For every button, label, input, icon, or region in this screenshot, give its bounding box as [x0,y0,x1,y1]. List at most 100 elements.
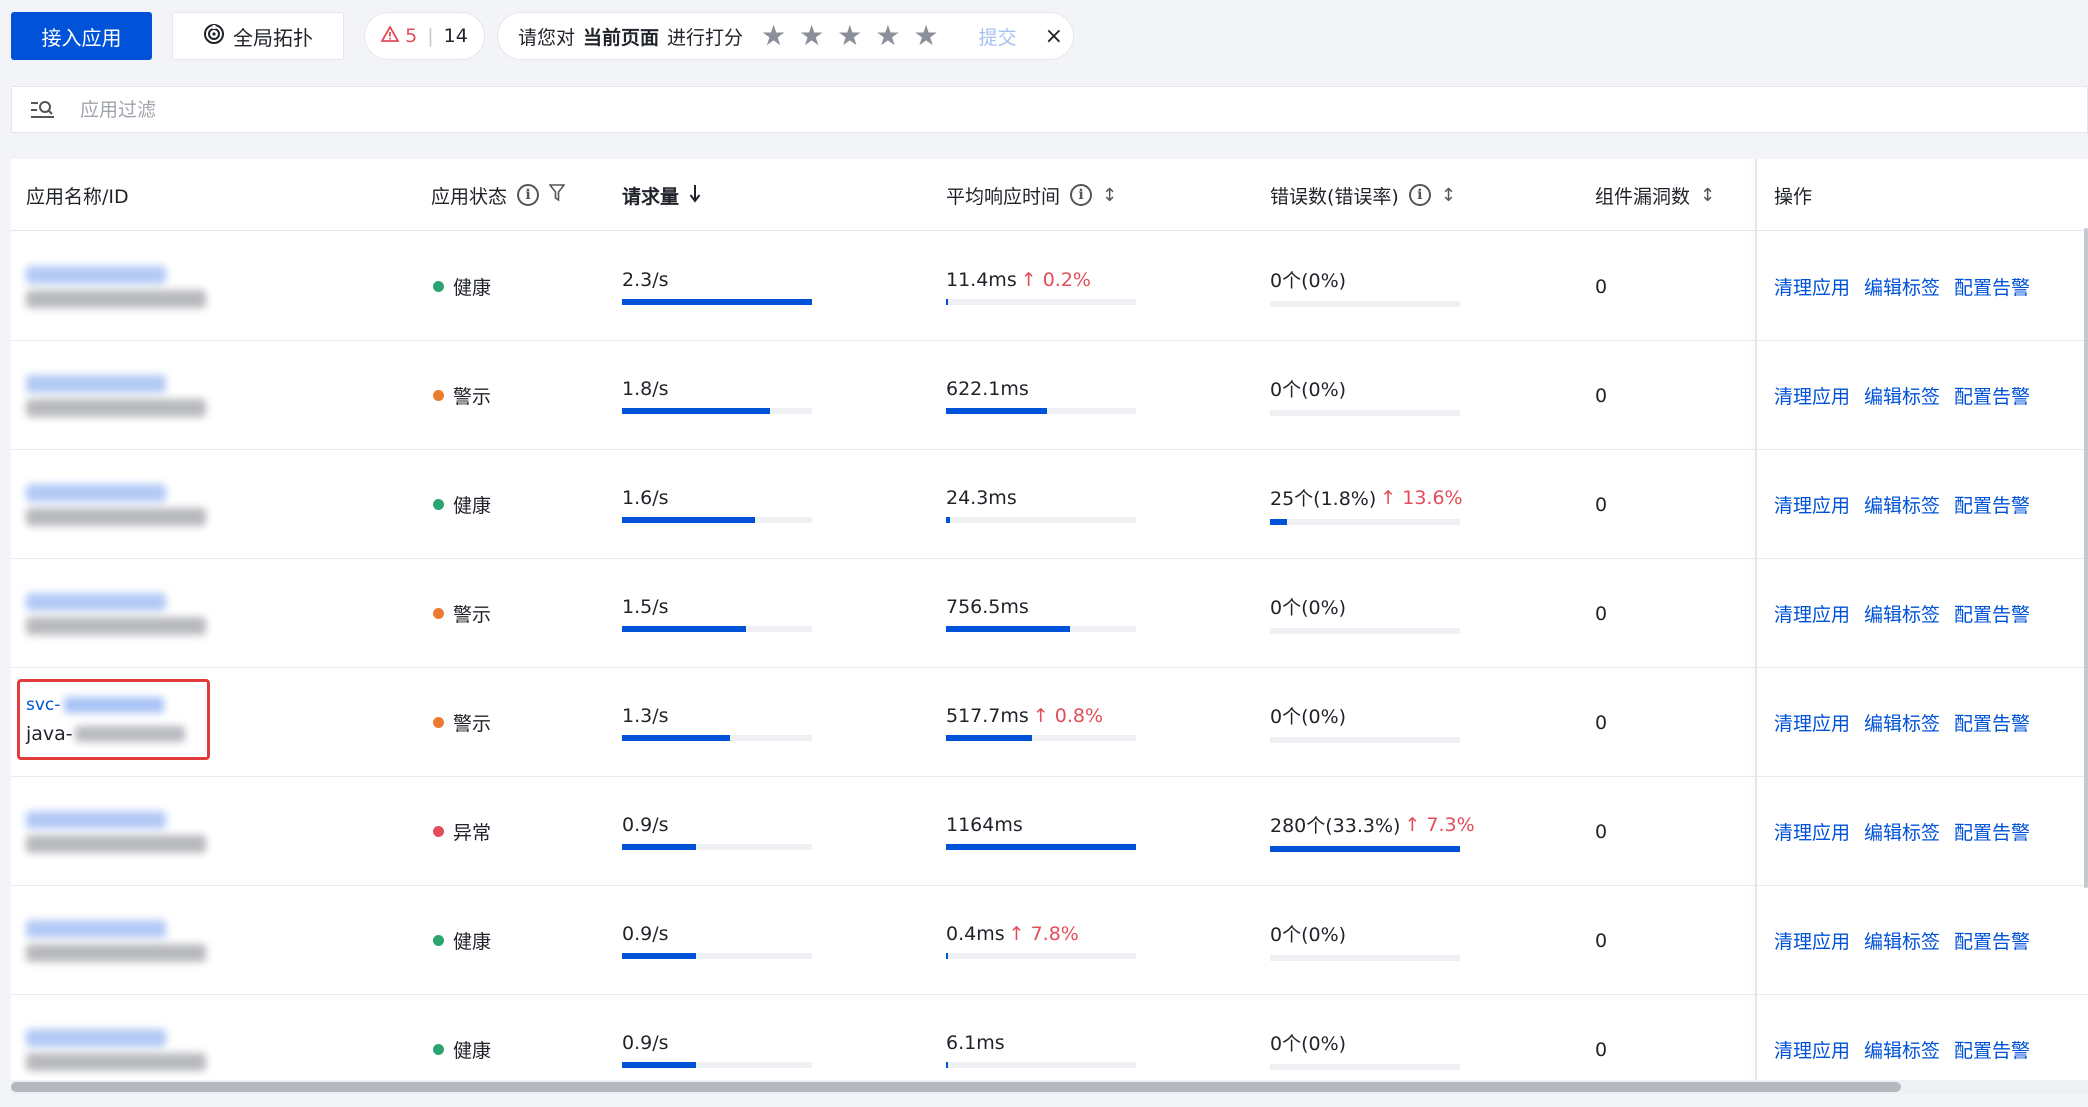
requests-cell: 0.9/s [622,886,812,995]
vuln-count: 0 [1595,711,1608,734]
requests-value: 0.9/s [622,1031,669,1054]
edit-tags-link[interactable]: 编辑标签 [1864,927,1940,954]
edit-tags-link[interactable]: 编辑标签 [1864,382,1940,409]
row-actions: 清理应用 编辑标签 配置告警 [1774,668,2030,777]
config-alert-link[interactable]: 配置告警 [1954,709,2030,736]
alert-summary[interactable]: 5 | 14 [364,12,485,60]
col-requests[interactable]: 请求量 [622,159,701,231]
table-row[interactable]: 异常 0.9/s 1164ms 280个(33.3%) ↑ 7.3% 0 清理应用… [11,777,2088,886]
col-vulns[interactable]: 组件漏洞数 ↕ [1595,159,1715,231]
errors-text: 0个(0%) [1270,597,1347,619]
clean-app-link[interactable]: 清理应用 [1774,1036,1850,1063]
info-icon[interactable]: i [1408,184,1431,206]
alert-warning-count: 5 [405,25,418,47]
col-latency[interactable]: 平均响应时间 i ↕ [946,159,1117,231]
edit-tags-link[interactable]: 编辑标签 [1864,273,1940,300]
table-row[interactable]: 警示 1.3/s 517.7ms ↑ 0.8% 0个(0%) 0 清理应用 编辑标… [11,668,2088,777]
table-row[interactable]: 警示 1.8/s 622.1ms 0个(0%) 0 清理应用 编辑标签 配置告警 [11,341,2088,450]
redacted-app-id[interactable] [26,592,166,611]
app-table: 应用名称/ID 应用状态 i 请求量 平均响应时间 i ↕ 错误数(错误率) i… [11,159,2088,1083]
col-vulns-label: 组件漏洞数 [1595,185,1691,208]
redacted-app-id[interactable] [26,483,166,502]
table-row[interactable]: 健康 2.3/s 11.4ms ↑ 0.2% 0个(0%) 0 清理应用 编辑标签… [11,232,2088,341]
status-label: 警示 [453,713,492,735]
app-name-cell[interactable] [26,450,236,559]
highlighted-app-id[interactable]: svc- [26,695,207,715]
star-icon[interactable]: ★ [799,22,824,50]
edit-tags-link[interactable]: 编辑标签 [1864,818,1940,845]
app-name-cell[interactable] [26,995,236,1083]
table-row[interactable]: 健康 0.9/s 6.1ms 0个(0%) 0 清理应用 编辑标签 配置告警 [11,995,2088,1083]
app-name-cell[interactable] [26,777,236,886]
status-dot-icon [433,935,444,946]
highlighted-app-name[interactable]: svc- java- [17,679,210,760]
clean-app-link[interactable]: 清理应用 [1774,818,1850,845]
star-icon[interactable]: ★ [913,22,938,50]
table-row[interactable]: 健康 1.6/s 24.3ms 25个(1.8%) ↑ 13.6% 0 清理应用 … [11,450,2088,559]
redacted-app-name [26,943,206,962]
sort-icon[interactable]: ↕ [1441,185,1456,206]
info-icon[interactable]: i [1070,184,1093,206]
global-topology-button[interactable]: 全局拓扑 [172,12,344,60]
app-name-cell[interactable] [26,232,236,341]
redacted-id [64,696,165,713]
clean-app-link[interactable]: 清理应用 [1774,273,1850,300]
table-row[interactable]: 警示 1.5/s 756.5ms 0个(0%) 0 清理应用 编辑标签 配置告警 [11,559,2088,668]
horizontal-scrollbar[interactable] [11,1080,2088,1094]
config-alert-link[interactable]: 配置告警 [1954,382,2030,409]
status-label: 警示 [453,386,492,408]
sort-desc-icon[interactable] [689,183,701,208]
edit-tags-link[interactable]: 编辑标签 [1864,709,1940,736]
rating-submit-button[interactable]: 提交 [979,23,1017,50]
requests-value: 0.9/s [622,813,669,836]
edit-tags-link[interactable]: 编辑标签 [1864,1036,1940,1063]
filter-search-icon[interactable] [30,98,58,122]
star-icon[interactable]: ★ [837,22,862,50]
latency-bar-fill [946,952,948,959]
config-alert-link[interactable]: 配置告警 [1954,818,2030,845]
redacted-app-id[interactable] [26,374,166,393]
latency-value: 622.1ms [946,378,1136,400]
clean-app-link[interactable]: 清理应用 [1774,491,1850,518]
clean-app-link[interactable]: 清理应用 [1774,709,1850,736]
clean-app-link[interactable]: 清理应用 [1774,382,1850,409]
col-errors[interactable]: 错误数(错误率) i ↕ [1270,159,1456,231]
config-alert-link[interactable]: 配置告警 [1954,927,2030,954]
latency-text: 0.4ms [946,922,1005,945]
table-row[interactable]: 健康 0.9/s 0.4ms ↑ 7.8% 0个(0%) 0 清理应用 编辑标签 … [11,886,2088,995]
redacted-app-id[interactable] [26,810,166,829]
config-alert-link[interactable]: 配置告警 [1954,491,2030,518]
config-alert-link[interactable]: 配置告警 [1954,273,2030,300]
info-icon[interactable]: i [517,184,540,206]
redacted-app-id[interactable] [26,919,166,938]
star-icon[interactable]: ★ [875,22,900,50]
app-name-cell[interactable] [26,559,236,668]
errors-cell: 280个(33.3%) ↑ 7.3% [1270,777,1475,886]
connect-app-button[interactable]: 接入应用 [11,12,152,60]
config-alert-link[interactable]: 配置告警 [1954,600,2030,627]
errors-bar [1270,410,1460,416]
redacted-app-id[interactable] [26,265,166,284]
vertical-scrollbar[interactable] [2084,228,2088,888]
sort-icon[interactable]: ↕ [1700,185,1715,206]
edit-tags-link[interactable]: 编辑标签 [1864,491,1940,518]
app-name-cell[interactable] [26,341,236,450]
errors-value: 0个(0%) [1270,702,1460,729]
requests-value: 1.8/s [622,377,669,400]
status-cell: 警示 [433,341,491,450]
filter-icon[interactable] [548,183,566,207]
latency-cell: 11.4ms ↑ 0.2% [946,232,1136,341]
sort-icon[interactable]: ↕ [1102,185,1117,206]
app-name-cell[interactable] [26,886,236,995]
errors-text: 0个(0%) [1270,924,1347,946]
edit-tags-link[interactable]: 编辑标签 [1864,600,1940,627]
scrollbar-thumb[interactable] [11,1082,1901,1092]
clean-app-link[interactable]: 清理应用 [1774,927,1850,954]
redacted-app-id[interactable] [26,1028,166,1047]
close-icon[interactable]: × [1045,24,1063,49]
app-filter-input[interactable] [80,98,680,121]
errors-bar [1270,737,1460,743]
clean-app-link[interactable]: 清理应用 [1774,600,1850,627]
star-icon[interactable]: ★ [761,22,786,50]
config-alert-link[interactable]: 配置告警 [1954,1036,2030,1063]
